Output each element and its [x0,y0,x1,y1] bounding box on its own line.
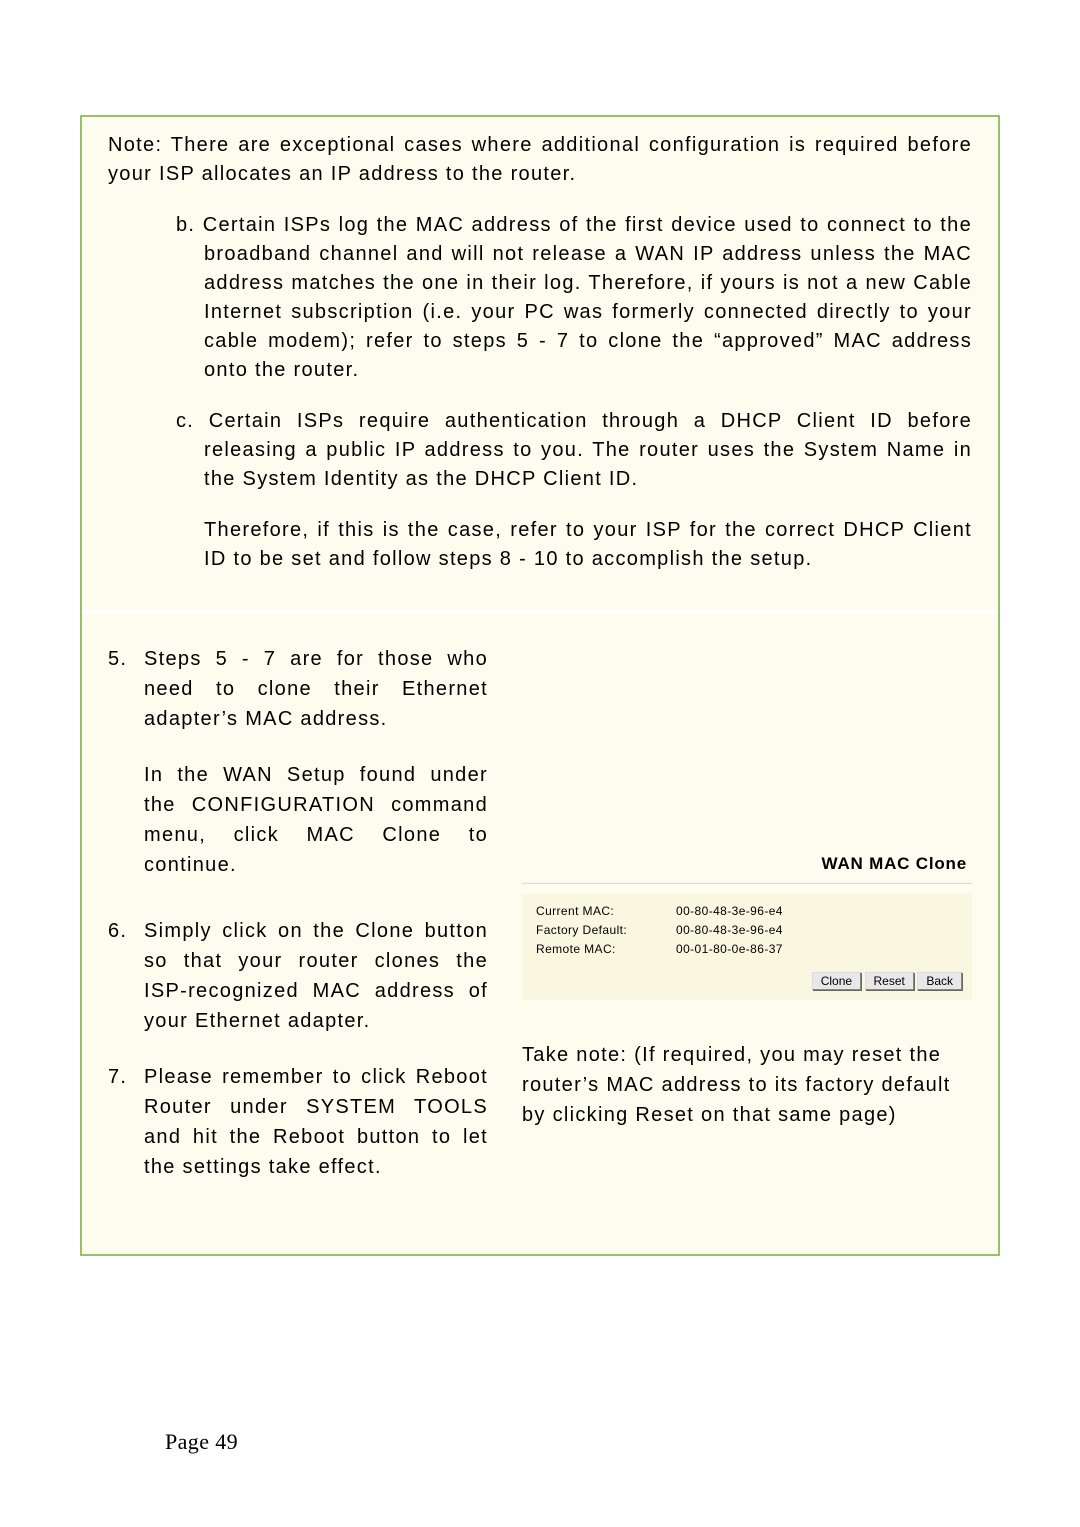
back-button[interactable]: Back [917,972,962,990]
sub-item-b: b. Certain ISPs log the MAC address of t… [108,211,972,385]
sub-item-c-text: Certain ISPs require authentication thro… [204,410,972,490]
steps-column: 5. Steps 5 - 7 are for those who need to… [108,644,488,1208]
mac-row-factory-label: Factory Default: [536,921,676,940]
note-intro: Note: There are exceptional cases where … [108,131,972,189]
step-6-text: Simply click on the Clone button so that… [144,920,488,1032]
page-number: Page 49 [165,1429,238,1455]
step-6-number: 6. [108,916,127,946]
reset-button[interactable]: Reset [865,972,914,990]
mac-row-factory-value: 00-80-48-3e-96-e4 [676,921,783,940]
mac-clone-divider [522,882,972,884]
mac-clone-buttons: Clone Reset Back [536,972,962,990]
step-5-text: Steps 5 - 7 are for those who need to cl… [144,648,488,730]
mac-row-remote-label: Remote MAC: [536,940,676,959]
content-box: Note: There are exceptional cases where … [80,115,1000,1256]
two-column-area: 5. Steps 5 - 7 are for those who need to… [108,644,972,1208]
sub-item-c: c. Certain ISPs require authentication t… [108,407,972,494]
screenshot-column: WAN MAC Clone Current MAC: 00-80-48-3e-9… [522,644,972,1208]
sub-item-c-para2: Therefore, if this is the case, refer to… [108,516,972,574]
mac-row-factory: Factory Default: 00-80-48-3e-96-e4 [536,921,962,940]
step-5-number: 5. [108,644,127,674]
mac-clone-body: Current MAC: 00-80-48-3e-96-e4 Factory D… [522,894,972,1000]
mac-row-remote: Remote MAC: 00-01-80-0e-86-37 [536,940,962,959]
section-divider [82,610,998,614]
step-6: 6. Simply click on the Clone button so t… [108,916,488,1036]
step-7-text: Please remember to click Reboot Router u… [144,1066,488,1178]
mac-row-current-value: 00-80-48-3e-96-e4 [676,902,783,921]
sub-item-b-text: Certain ISPs log the MAC address of the … [203,214,972,381]
step-5-para2: In the WAN Setup found under the CONFIGU… [108,760,488,880]
step-7: 7. Please remember to click Reboot Route… [108,1062,488,1182]
sub-item-c-marker: c. [176,410,194,432]
mac-row-current-label: Current MAC: [536,902,676,921]
step-7-number: 7. [108,1062,127,1092]
page: Note: There are exceptional cases where … [0,0,1080,1527]
mac-row-current: Current MAC: 00-80-48-3e-96-e4 [536,902,962,921]
step-5: 5. Steps 5 - 7 are for those who need to… [108,644,488,734]
mac-row-remote-value: 00-01-80-0e-86-37 [676,940,783,959]
mac-clone-panel: WAN MAC Clone Current MAC: 00-80-48-3e-9… [522,854,972,1000]
mac-clone-title: WAN MAC Clone [522,854,972,874]
sub-list: b. Certain ISPs log the MAC address of t… [108,211,972,574]
clone-button[interactable]: Clone [812,972,861,990]
sub-item-b-marker: b. [176,214,195,236]
take-note-text: Take note: (If required, you may reset t… [522,1040,972,1130]
